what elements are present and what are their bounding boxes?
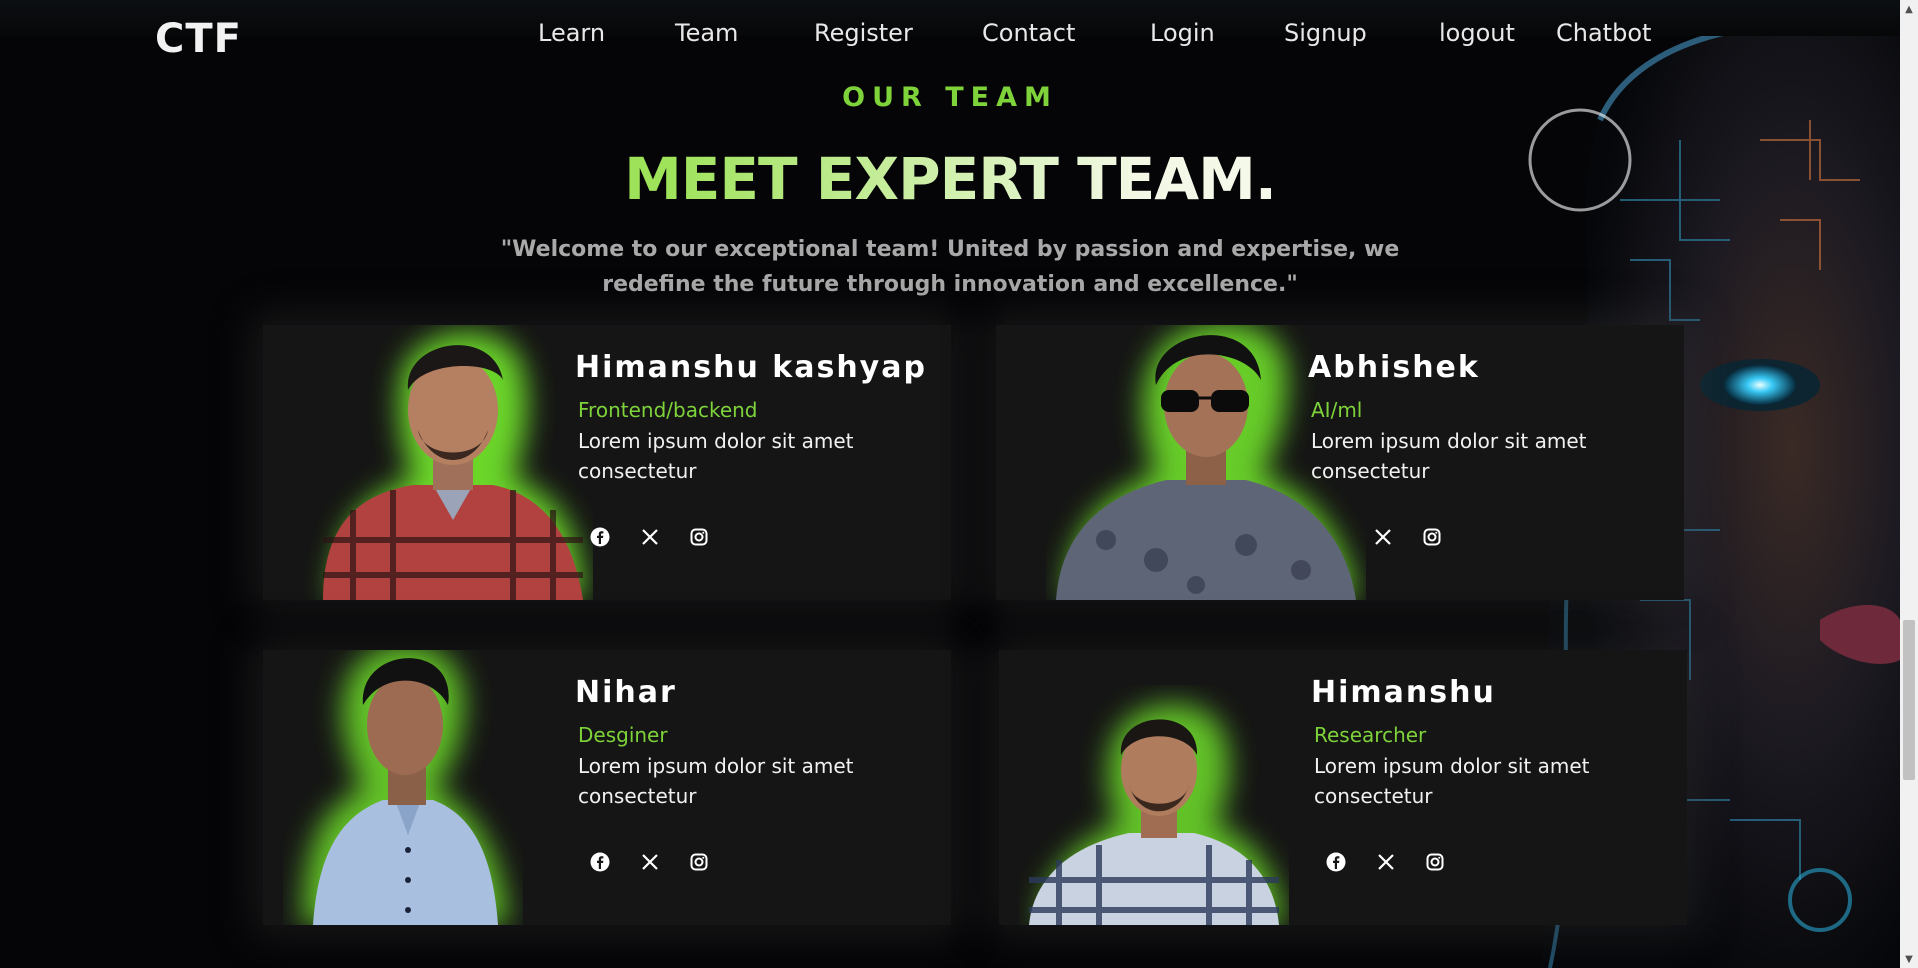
- instagram-icon[interactable]: [685, 523, 713, 551]
- team-card: Himanshu kashyap Frontend/backend Lorem …: [263, 325, 951, 600]
- main-navigation: Learn Team Register Contact Login Signup…: [0, 19, 1900, 51]
- page-scrollbar[interactable]: ▲ ▼: [1900, 0, 1918, 968]
- section-eyebrow: OUR TEAM: [842, 82, 1058, 113]
- x-icon[interactable]: [636, 523, 664, 551]
- instagram-icon[interactable]: [685, 848, 713, 876]
- section-tagline: "Welcome to our exceptional team! United…: [500, 237, 1400, 297]
- member-photo: [1019, 685, 1289, 925]
- member-role: Frontend/backend: [578, 398, 758, 422]
- member-description: Lorem ipsum dolor sit amet consectetur: [1311, 429, 1587, 483]
- member-photo: [293, 325, 593, 600]
- nav-learn-link[interactable]: Learn: [538, 19, 605, 47]
- nav-login-link[interactable]: Login: [1150, 19, 1215, 47]
- x-icon[interactable]: [1369, 523, 1397, 551]
- scrollbar-thumb[interactable]: [1903, 620, 1915, 780]
- member-role: Researcher: [1314, 723, 1427, 747]
- scroll-down-arrow-icon[interactable]: ▼: [1900, 950, 1918, 968]
- member-name: Abhishek: [1308, 350, 1480, 385]
- member-name: Himanshu: [1311, 675, 1496, 710]
- instagram-icon[interactable]: [1421, 848, 1449, 876]
- member-description: Lorem ipsum dolor sit amet consectetur: [578, 429, 854, 483]
- x-icon[interactable]: [636, 848, 664, 876]
- team-card: Abhishek AI/ml Lorem ipsum dolor sit ame…: [996, 325, 1684, 600]
- member-photo: [283, 650, 523, 925]
- instagram-icon[interactable]: [1418, 523, 1446, 551]
- nav-register-link[interactable]: Register: [814, 19, 913, 47]
- team-card: Nihar Desginer Lorem ipsum dolor sit ame…: [263, 650, 951, 925]
- nav-logout-link[interactable]: logout: [1439, 19, 1515, 47]
- nav-contact-link[interactable]: Contact: [982, 19, 1075, 47]
- facebook-icon[interactable]: [1322, 848, 1350, 876]
- team-card: Himanshu Researcher Lorem ipsum dolor si…: [999, 650, 1687, 925]
- scroll-up-arrow-icon[interactable]: ▲: [1900, 0, 1918, 18]
- nav-signup-link[interactable]: Signup: [1284, 19, 1367, 47]
- facebook-icon[interactable]: [586, 848, 614, 876]
- member-role: Desginer: [578, 723, 668, 747]
- x-icon[interactable]: [1372, 848, 1400, 876]
- section-headline: MEET EXPERT TEAM.: [0, 145, 1900, 213]
- member-description: Lorem ipsum dolor sit amet consectetur: [578, 754, 854, 808]
- nav-chatbot-link[interactable]: Chatbot: [1556, 19, 1651, 47]
- nav-team-link[interactable]: Team: [675, 19, 738, 47]
- member-name: Nihar: [575, 675, 677, 710]
- facebook-icon[interactable]: [586, 523, 614, 551]
- member-role: AI/ml: [1311, 398, 1363, 422]
- member-description: Lorem ipsum dolor sit amet consectetur: [1314, 754, 1590, 808]
- member-name: Himanshu kashyap: [575, 350, 927, 385]
